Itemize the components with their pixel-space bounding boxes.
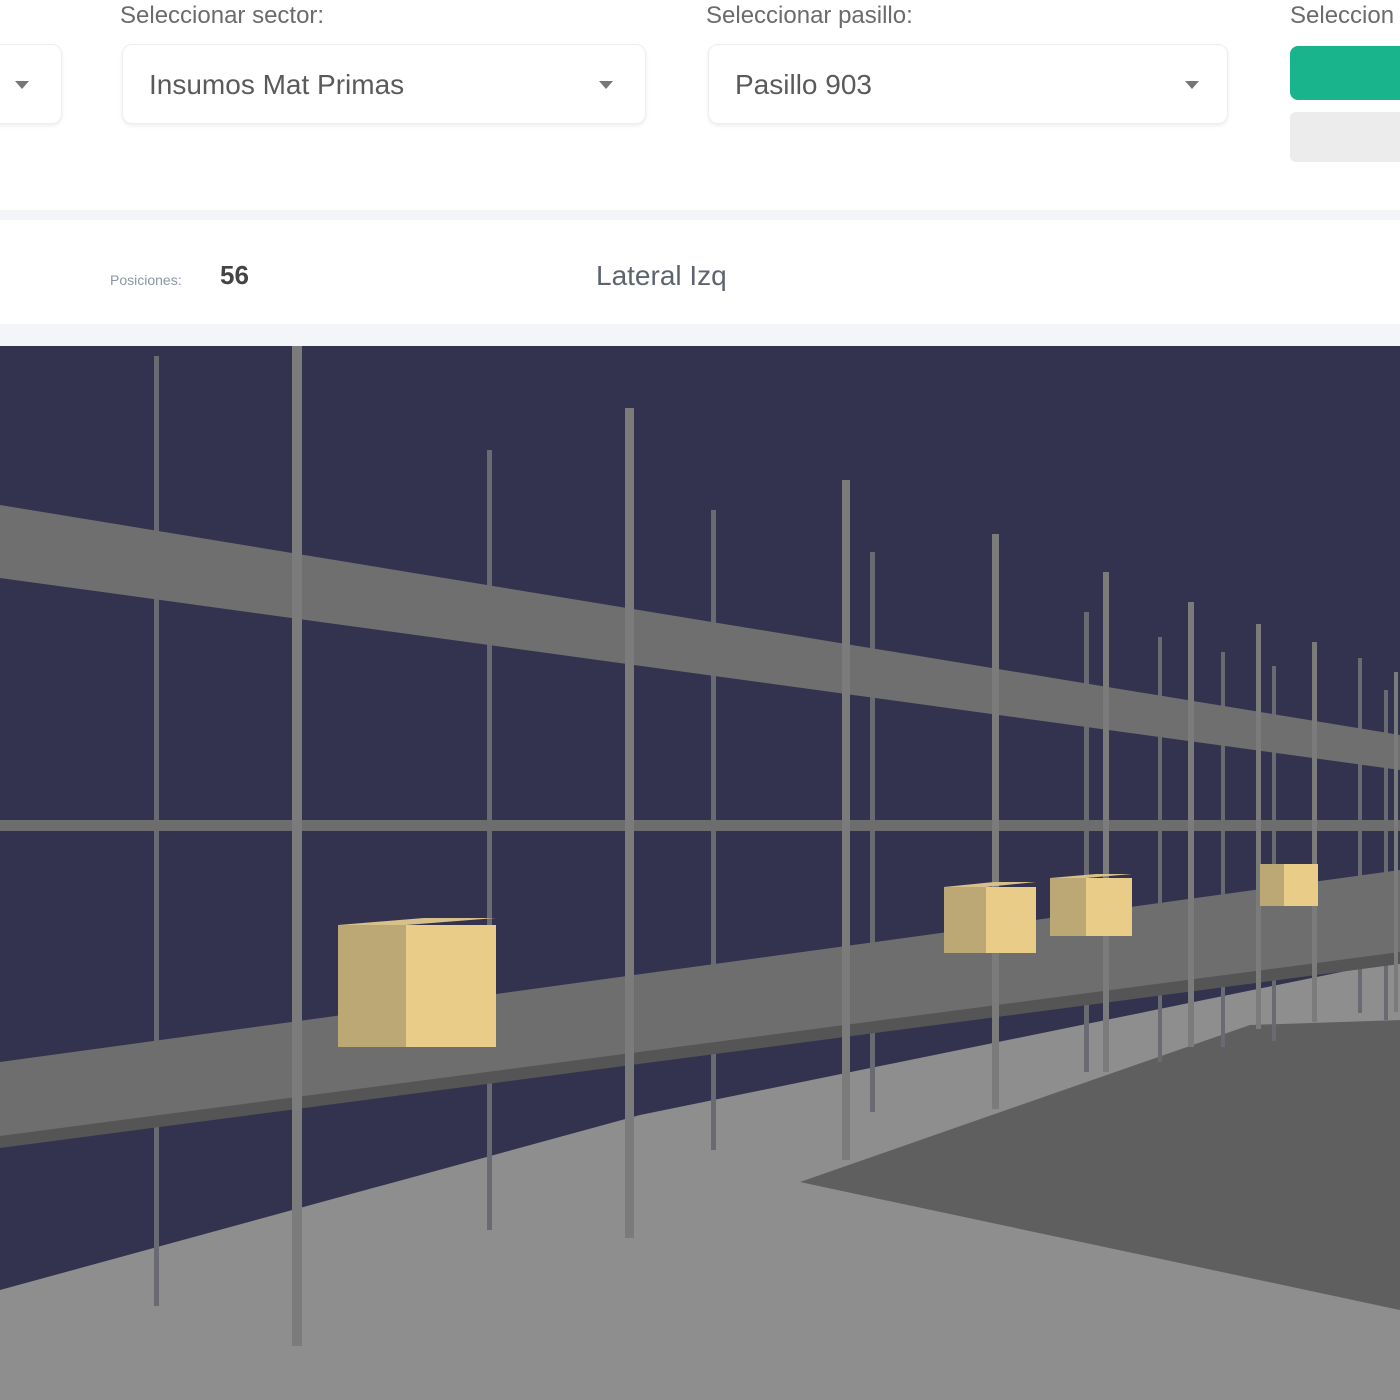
- post: [487, 450, 492, 1230]
- pasillo-select-value: Pasillo 903: [735, 69, 872, 100]
- sector-label: Seleccionar sector:: [120, 2, 325, 29]
- box[interactable]: [338, 918, 496, 1047]
- section-divider: [0, 210, 1400, 220]
- positions-label: Posiciones:: [110, 272, 182, 288]
- post: [292, 346, 302, 1346]
- post: [992, 534, 999, 1109]
- pasillo-select[interactable]: Pasillo 903: [708, 44, 1228, 124]
- sector-select[interactable]: Insumos Mat Primas: [122, 44, 646, 124]
- post: [842, 480, 850, 1160]
- post: [1394, 672, 1398, 1012]
- positions-count: 56: [220, 260, 249, 290]
- warehouse-3d-viewport[interactable]: [0, 346, 1400, 1400]
- side-label: Lateral Izq: [596, 260, 727, 291]
- box[interactable]: [944, 882, 1036, 953]
- post: [1312, 642, 1317, 1022]
- post: [1256, 624, 1261, 1029]
- chevron-down-icon: [599, 81, 613, 89]
- secondary-action-button[interactable]: [1290, 112, 1400, 162]
- shelving-render: [0, 346, 1400, 1400]
- post: [625, 408, 634, 1238]
- box[interactable]: [1260, 864, 1318, 906]
- third-label: Seleccion: [1290, 2, 1395, 29]
- prev-select[interactable]: [0, 44, 62, 124]
- chevron-down-icon: [15, 81, 29, 89]
- aisle-info-row: Posiciones: 56 Lateral Izq: [0, 220, 1400, 325]
- sector-select-value: Insumos Mat Primas: [149, 69, 405, 100]
- post: [1188, 602, 1194, 1047]
- post: [1103, 572, 1109, 1072]
- box[interactable]: [1050, 874, 1132, 936]
- chevron-down-icon: [1185, 81, 1199, 89]
- scene-divider: [0, 324, 1400, 346]
- primary-action-button[interactable]: [1290, 46, 1400, 100]
- pasillo-label: Seleccionar pasillo:: [706, 2, 913, 29]
